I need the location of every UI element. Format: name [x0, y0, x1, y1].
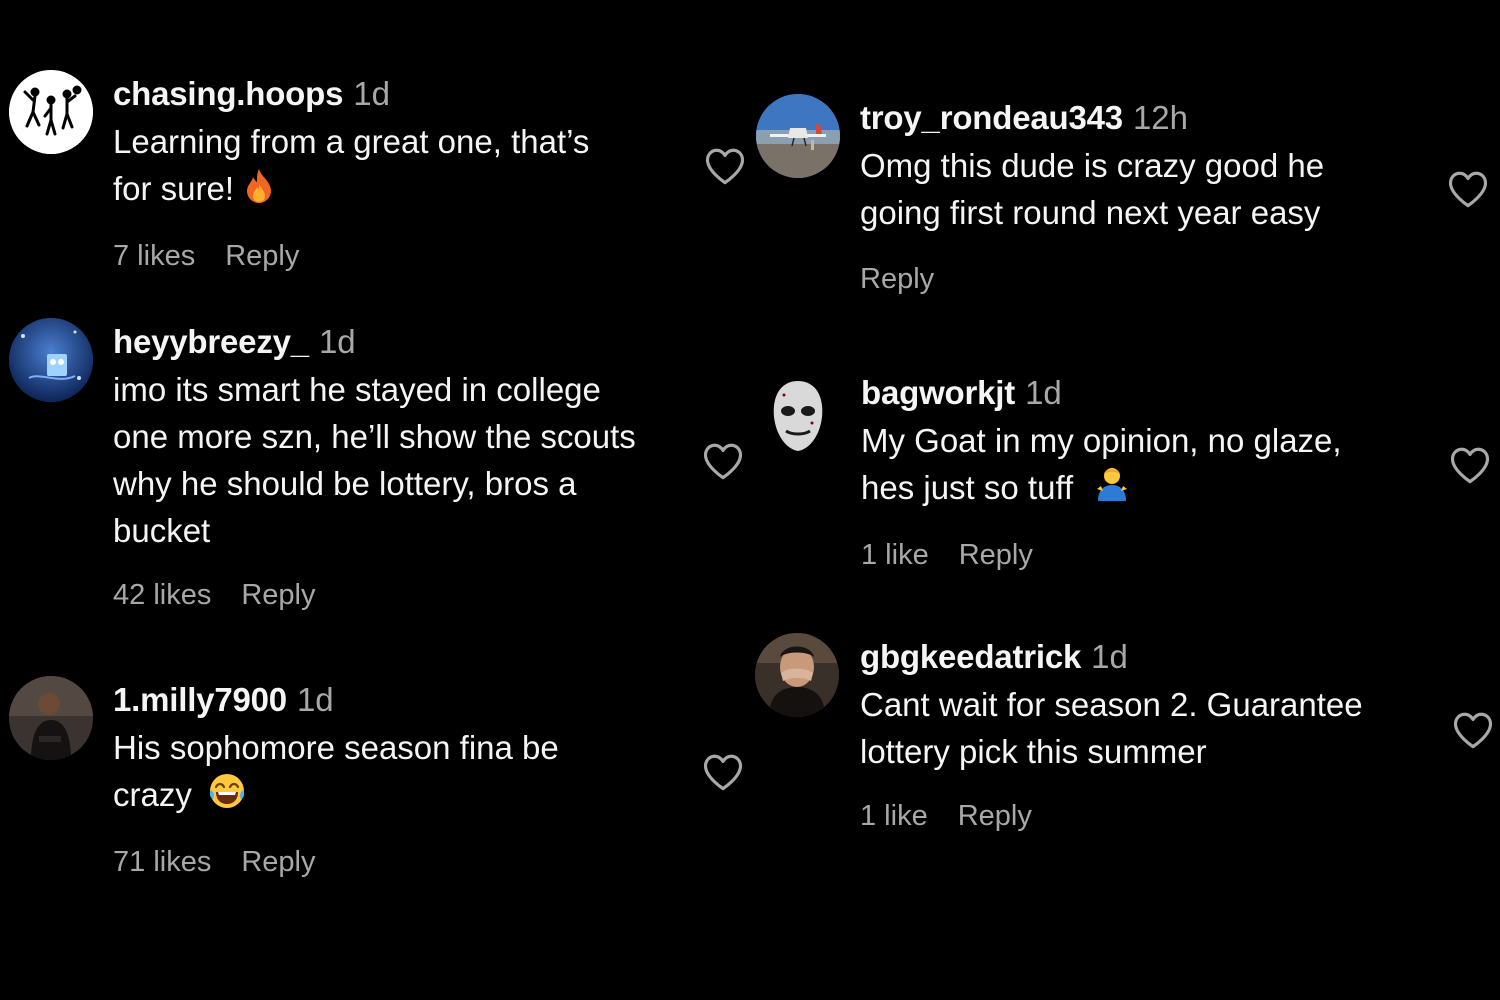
heart-outline-icon [703, 443, 743, 480]
likes-count[interactable]: 1 like [861, 539, 929, 571]
comment-text-line: His sophomore season fina be [113, 729, 559, 766]
fire-emoji-icon [244, 168, 274, 216]
comment-meta: 1 like Reply [861, 539, 1033, 572]
comment-meta: 71 likes Reply [113, 846, 315, 879]
username[interactable]: chasing.hoops [113, 75, 343, 112]
avatar[interactable] [756, 373, 840, 457]
comment-text: My Goat in my opinion, no glaze, hes jus… [861, 417, 1441, 515]
comment-text: Cant wait for season 2. Guarantee lotter… [860, 681, 1440, 775]
comment-text: Omg this dude is crazy good he going fir… [860, 142, 1440, 236]
person-photo-avatar-icon [9, 676, 93, 760]
comment-text-line: crazy [113, 776, 192, 813]
likes-count[interactable]: 71 likes [113, 846, 211, 878]
reply-button[interactable]: Reply [958, 800, 1032, 832]
timestamp: 1d [353, 75, 390, 112]
reply-button[interactable]: Reply [959, 539, 1033, 571]
username[interactable]: gbgkeedatrick [860, 638, 1081, 675]
comment-text-line: imo its smart he stayed in college [113, 371, 601, 408]
reply-button[interactable]: Reply [241, 846, 315, 878]
comment-text-line: Cant wait for season 2. Guarantee [860, 686, 1363, 723]
comment-header: gbgkeedatrick 1d [860, 637, 1440, 677]
basketball-players-avatar-icon [9, 70, 93, 154]
spongebob-avatar-icon [9, 318, 93, 402]
comment-text-line: Learning from a great one, that’s [113, 123, 590, 160]
comment-text-line: one more szn, he’ll show the scouts [113, 418, 636, 455]
heart-outline-icon [1448, 171, 1488, 208]
comment-text: His sophomore season fina be crazy [113, 724, 693, 822]
username[interactable]: bagworkjt [861, 374, 1015, 411]
comment-text-line: for sure! [113, 170, 235, 207]
avatar[interactable] [9, 318, 93, 402]
like-button[interactable] [1452, 710, 1494, 750]
heart-outline-icon [705, 148, 745, 185]
timestamp: 1d [318, 323, 356, 360]
like-button[interactable] [704, 146, 746, 186]
reply-button[interactable]: Reply [225, 240, 299, 272]
comment-header: chasing.hoops 1d [113, 74, 693, 114]
comment-text-line: Omg this dude is crazy good he [860, 147, 1325, 184]
avatar[interactable] [756, 94, 840, 178]
laughing-emoji-icon [208, 772, 246, 822]
like-button[interactable] [702, 441, 744, 481]
comment-meta: Reply [860, 263, 934, 296]
likes-count[interactable]: 7 likes [113, 240, 195, 272]
mask-avatar-icon [756, 373, 840, 457]
comment-text-line: going first round next year easy [860, 194, 1321, 231]
timestamp: 1d [1025, 374, 1062, 411]
person-covering-face-avatar-icon [755, 633, 839, 717]
comment-text-line: bucket [113, 512, 211, 549]
heart-outline-icon [1453, 712, 1493, 749]
username[interactable]: 1.milly7900 [113, 681, 287, 718]
comment-text-line: hes just so tuff [861, 469, 1074, 506]
username[interactable]: heyybreezy_ [113, 323, 309, 360]
comment-header: troy_rondeau343 12h [860, 98, 1440, 138]
heart-outline-icon [703, 754, 743, 791]
comment-text-line: lottery pick this summer [860, 733, 1207, 770]
like-button[interactable] [1447, 169, 1489, 209]
likes-count[interactable]: 1 like [860, 800, 928, 832]
timestamp: 1d [296, 681, 334, 718]
timestamp: 12h [1132, 99, 1188, 136]
comment-meta: 7 likes Reply [113, 240, 299, 273]
avatar[interactable] [9, 70, 93, 154]
reply-button[interactable]: Reply [241, 579, 315, 611]
avatar[interactable] [9, 676, 93, 760]
like-button[interactable] [702, 752, 744, 792]
likes-count[interactable]: 42 likes [113, 579, 211, 611]
comment-meta: 42 likes Reply [113, 579, 315, 612]
reply-button[interactable]: Reply [860, 263, 934, 295]
avatar[interactable] [755, 633, 839, 717]
timestamp: 1d [1091, 638, 1128, 675]
left-comments-panel: chasing.hoops 1d Learning from a great on… [0, 0, 750, 1000]
username[interactable]: troy_rondeau343 [860, 99, 1123, 136]
comment-text: Learning from a great one, that’s for su… [113, 118, 693, 216]
comment-meta: 1 like Reply [860, 800, 1032, 833]
comment-text-line: why he should be lottery, bros a [113, 465, 577, 502]
like-button[interactable] [1449, 445, 1491, 485]
comment-text: imo its smart he stayed in college one m… [113, 366, 693, 554]
airplane-photo-avatar-icon [756, 94, 840, 178]
comment-header: heyybreezy_ 1d [113, 322, 693, 362]
comment-header: 1.milly7900 1d [113, 680, 693, 720]
man-shrugging-emoji-icon [1095, 465, 1129, 515]
right-comments-panel: troy_rondeau343 12h Omg this dude is craz… [750, 0, 1500, 1000]
comment-text-line: My Goat in my opinion, no glaze, [861, 422, 1342, 459]
heart-outline-icon [1450, 447, 1490, 484]
comment-header: bagworkjt 1d [861, 373, 1441, 413]
